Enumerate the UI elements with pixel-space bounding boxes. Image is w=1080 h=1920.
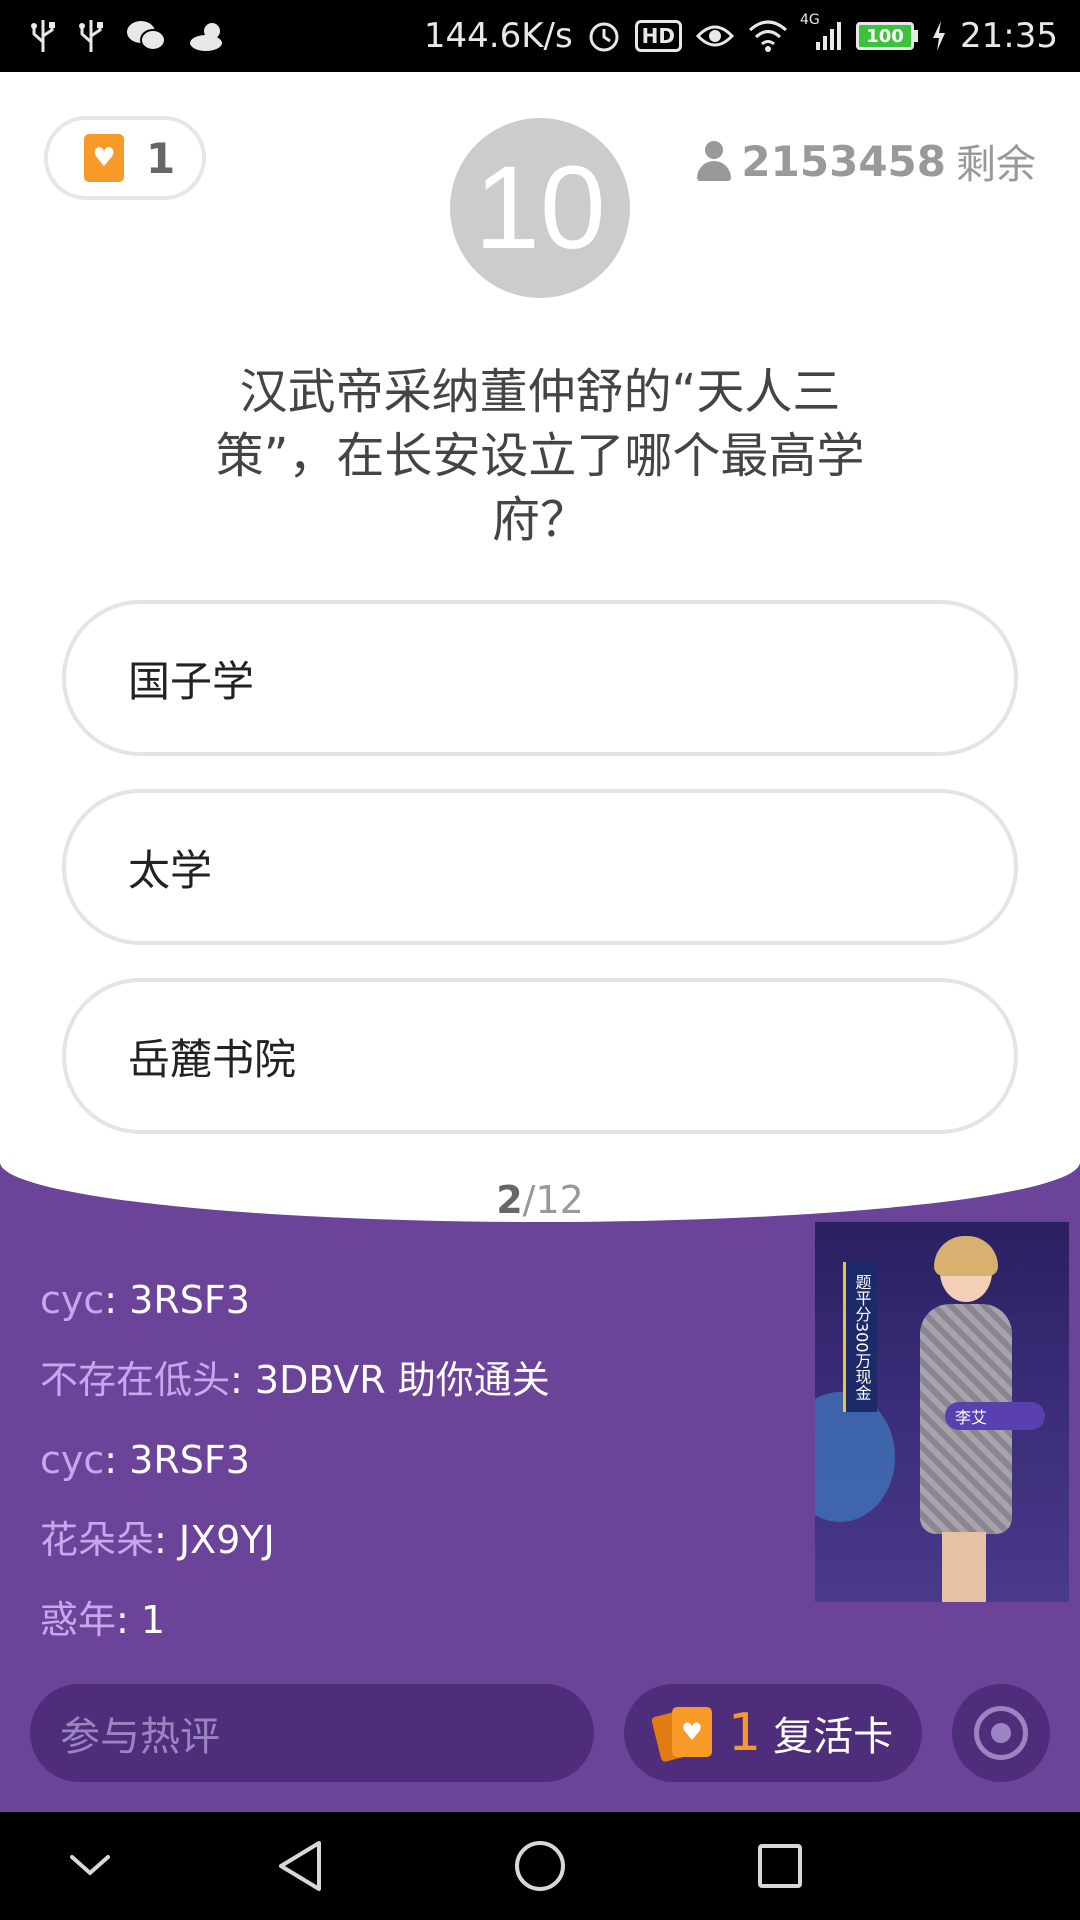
- revive-label: 复活卡: [773, 1714, 894, 1760]
- comment-user: 花朵朵: [40, 1518, 155, 1562]
- progress-total: /12: [522, 1178, 584, 1222]
- person-icon: [697, 141, 732, 181]
- video-banner: 题平分300万现金: [843, 1262, 877, 1412]
- comment-user: cyc: [40, 1278, 105, 1322]
- answer-option-2[interactable]: 太学: [62, 789, 1018, 945]
- comment-user: 不存在低头: [40, 1358, 231, 1402]
- nav-recents-icon[interactable]: [750, 1836, 810, 1896]
- comment-item: cyc: 3RSF3: [40, 1428, 800, 1508]
- comment-text: : 3RSF3: [104, 1438, 250, 1482]
- weather-icon: [188, 16, 228, 56]
- lives-indicator[interactable]: ♥ 1: [44, 116, 206, 200]
- nav-back-icon[interactable]: [270, 1836, 330, 1896]
- remaining-count: 2153458: [741, 136, 946, 186]
- revive-count: 1: [728, 1703, 762, 1763]
- usb-icon: [30, 16, 56, 56]
- heart-card-icon: ♥: [84, 134, 124, 182]
- answer-option-label: 太学: [128, 845, 213, 895]
- answer-option-3[interactable]: 岳麓书院: [62, 978, 1018, 1134]
- comment-item: 惑年: 1: [40, 1588, 800, 1668]
- comment-text: : 3DBVR 助你通关: [230, 1358, 550, 1402]
- alarm-icon: [587, 16, 621, 56]
- live-video-thumbnail[interactable]: 题平分300万现金 李艾: [815, 1222, 1069, 1602]
- wechat-icon: [126, 16, 166, 56]
- comment-text: : JX9YJ: [154, 1518, 275, 1562]
- signal-icon: 4G: [800, 12, 842, 56]
- battery-level: 100: [856, 22, 915, 50]
- comment-input[interactable]: 参与热评: [30, 1684, 594, 1782]
- remaining-label: 剩余: [956, 142, 1036, 188]
- answer-option-1[interactable]: 国子学: [62, 600, 1018, 756]
- hd-badge: HD: [634, 20, 683, 52]
- answer-option-label: 国子学: [128, 656, 255, 706]
- comment-text: : 3RSF3: [104, 1278, 250, 1322]
- revive-card-button[interactable]: ♥ 1 复活卡: [624, 1684, 922, 1782]
- status-bar-left: [30, 14, 228, 58]
- nav-down-icon[interactable]: [60, 1836, 120, 1896]
- comment-placeholder: 参与热评: [60, 1714, 220, 1760]
- nav-home-icon[interactable]: [510, 1836, 570, 1896]
- status-bar: 144.6K/s HD 4G 100 21:35: [0, 0, 1080, 72]
- status-bar-right: 144.6K/s HD 4G 100 21:35: [423, 12, 1058, 58]
- remaining-players: 2153458 剩余: [697, 132, 1036, 190]
- wifi-icon: [748, 16, 788, 56]
- network-speed: 144.6K/s: [423, 16, 573, 56]
- lives-count: 1: [146, 133, 176, 183]
- host-name-tag: 李艾: [945, 1402, 1045, 1430]
- comment-feed: cyc: 3RSF3 不存在低头: 3DBVR 助你通关 cyc: 3RSF3 …: [40, 1268, 800, 1668]
- system-nav-bar: [0, 1812, 1080, 1920]
- clock: 21:35: [960, 16, 1058, 56]
- comment-text: : 1: [116, 1598, 166, 1642]
- answer-option-label: 岳麓书院: [128, 1034, 297, 1084]
- revive-card-icon: ♥: [650, 1705, 716, 1763]
- question-text: 汉武帝采纳董仲舒的“天人三策”，在长安设立了哪个最高学府？: [215, 364, 865, 548]
- comment-user: cyc: [40, 1438, 105, 1482]
- record-button[interactable]: [952, 1684, 1050, 1782]
- quiz-panel: ♥ 1 10 2153458 剩余 汉武帝采纳董仲舒的“天人三策”，在长安设立了哪…: [0, 72, 1080, 1222]
- countdown-timer: 10: [450, 118, 630, 298]
- record-icon: [974, 1706, 1028, 1760]
- progress-current: 2: [496, 1178, 523, 1222]
- usb-icon: [78, 16, 104, 56]
- comment-item: 不存在低头: 3DBVR 助你通关: [40, 1348, 800, 1428]
- charging-icon: [932, 16, 946, 56]
- battery-icon: 100: [856, 22, 919, 50]
- question-progress: 2/12: [0, 1178, 1080, 1222]
- network-type: 4G: [800, 12, 820, 28]
- comment-item: cyc: 3RSF3: [40, 1268, 800, 1348]
- eye-icon: [696, 16, 735, 56]
- comment-user: 惑年: [40, 1598, 117, 1642]
- comment-item: 花朵朵: JX9YJ: [40, 1508, 800, 1588]
